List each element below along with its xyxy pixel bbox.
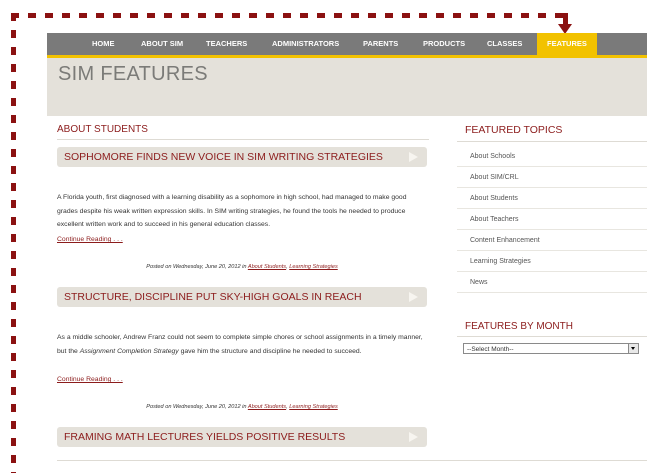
divider xyxy=(57,139,429,140)
play-arrow-icon xyxy=(409,152,418,162)
nav-products[interactable]: PRODUCTS xyxy=(423,33,465,55)
main-nav: HOME ABOUT SIM TEACHERS ADMINISTRATORS P… xyxy=(47,33,647,58)
post-excerpt-text: gave him the structure and discipline he… xyxy=(180,347,362,355)
post-title-bar[interactable]: STRUCTURE, DISCIPLINE PUT SKY-HIGH GOALS… xyxy=(57,287,427,307)
divider xyxy=(457,141,647,142)
annotation-dashed-line-top xyxy=(11,13,569,18)
category-link-learning-strategies[interactable]: Learning Strategies xyxy=(289,404,338,410)
topic-link[interactable]: About SIM/CRL xyxy=(457,168,647,188)
post-excerpt: A Florida youth, first diagnosed with a … xyxy=(57,194,407,228)
nav-administrators[interactable]: ADMINISTRATORS xyxy=(272,33,339,55)
nav-teachers[interactable]: TEACHERS xyxy=(206,33,247,55)
post-title[interactable]: STRUCTURE, DISCIPLINE PUT SKY-HIGH GOALS… xyxy=(64,291,362,303)
post-meta-date: Posted on Wednesday, June 20, 2012 in xyxy=(146,404,247,410)
featured-topics-heading: FEATURED TOPICS xyxy=(465,124,563,136)
annotation-dashed-line-left xyxy=(11,13,16,473)
post-meta: Posted on Wednesday, June 20, 2012 in Ab… xyxy=(57,404,427,410)
post-meta: Posted on Wednesday, June 20, 2012 in Ab… xyxy=(57,264,427,270)
category-separator: , xyxy=(286,404,288,410)
month-select[interactable]: --Select Month-- xyxy=(463,343,639,354)
play-arrow-icon xyxy=(409,292,418,302)
topic-link[interactable]: About Students xyxy=(457,189,647,209)
category-separator: , xyxy=(286,264,288,270)
page: HOME ABOUT SIM TEACHERS ADMINISTRATORS P… xyxy=(47,33,647,473)
divider xyxy=(457,336,647,337)
category-link-about-students[interactable]: About Students xyxy=(248,264,286,270)
post-excerpt: As a middle schooler, Andrew Franz could… xyxy=(57,331,429,358)
category-link-about-students[interactable]: About Students xyxy=(248,404,286,410)
topic-link[interactable]: News xyxy=(457,273,647,293)
nav-home[interactable]: HOME xyxy=(92,33,115,55)
topic-link[interactable]: About Schools xyxy=(457,147,647,167)
nav-about-sim[interactable]: ABOUT SIM xyxy=(141,33,183,55)
post-title-bar[interactable]: FRAMING MATH LECTURES YIELDS POSITIVE RE… xyxy=(57,427,427,447)
play-arrow-icon xyxy=(409,432,418,442)
post-title[interactable]: SOPHOMORE FINDS NEW VOICE IN SIM WRITING… xyxy=(64,151,383,163)
continue-reading-link[interactable]: Continue Reading . . . xyxy=(57,376,123,383)
divider xyxy=(57,460,647,461)
page-title: SIM FEATURES xyxy=(58,63,208,85)
category-link-learning-strategies[interactable]: Learning Strategies xyxy=(289,264,338,270)
topic-link[interactable]: Learning Strategies xyxy=(457,252,647,272)
chevron-down-icon[interactable] xyxy=(628,344,638,353)
post-title[interactable]: FRAMING MATH LECTURES YIELDS POSITIVE RE… xyxy=(64,431,345,443)
section-heading-about-students: ABOUT STUDENTS xyxy=(57,124,148,135)
features-by-month-heading: FEATURES BY MONTH xyxy=(465,321,573,332)
nav-classes[interactable]: CLASSES xyxy=(487,33,522,55)
month-select-value: --Select Month-- xyxy=(467,346,514,353)
nav-features[interactable]: FEATURES xyxy=(537,33,597,55)
post-meta-date: Posted on Wednesday, June 20, 2012 in xyxy=(146,264,247,270)
post-title-bar[interactable]: SOPHOMORE FINDS NEW VOICE IN SIM WRITING… xyxy=(57,147,427,167)
nav-parents[interactable]: PARENTS xyxy=(363,33,398,55)
continue-reading-link[interactable]: Continue Reading . . . xyxy=(57,236,123,243)
page-banner: SIM FEATURES xyxy=(47,58,647,116)
topic-link[interactable]: Content Enhancement xyxy=(457,231,647,251)
topic-link[interactable]: About Teachers xyxy=(457,210,647,230)
post-excerpt-strategy: Assignment Completion Strategy xyxy=(79,347,179,355)
